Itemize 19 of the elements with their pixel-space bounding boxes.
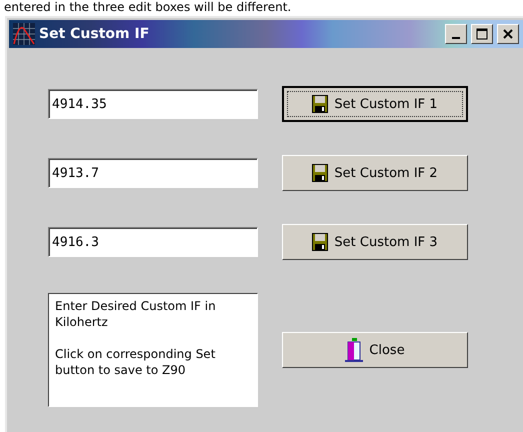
set-custom-if-button[interactable]: Set Custom IF 3 — [282, 224, 468, 260]
minimize-icon — [452, 37, 460, 39]
instruction-paragraph: Enter Desired Custom IF in Kilohertz — [55, 298, 217, 330]
close-button[interactable] — [497, 24, 519, 44]
instruction-paragraph: Click on corresponding Set button to save to Z90 — [55, 346, 216, 378]
window-title: Set Custom IF — [39, 26, 150, 42]
caption-text: entered in the three edit boxes will be different. — [3, 0, 292, 14]
grid-chart-icon — [13, 23, 35, 45]
minimize-button[interactable] — [445, 24, 467, 44]
set-custom-if-button[interactable]: Set Custom IF 1 — [282, 86, 468, 122]
maximize-icon — [476, 28, 488, 40]
door-icon — [345, 338, 364, 362]
close-dialog-button[interactable]: Close — [282, 332, 468, 368]
input-field[interactable]: 4916.3 — [48, 227, 258, 257]
input-field[interactable]: 4913.7 — [48, 158, 258, 188]
close-icon — [502, 28, 514, 40]
input-field[interactable]: 4914.35 — [48, 89, 258, 119]
maximize-button[interactable] — [471, 24, 493, 44]
set-custom-if-button[interactable]: Set Custom IF 2 — [282, 155, 468, 191]
